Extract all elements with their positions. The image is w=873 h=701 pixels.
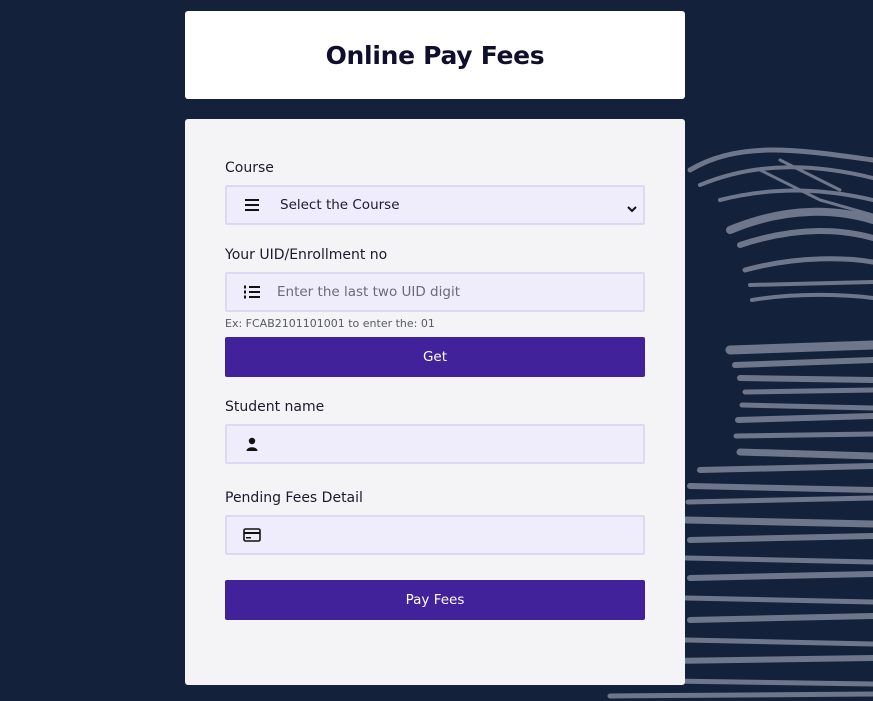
pending-fees-field [225, 515, 645, 555]
student-name-label: Student name [225, 399, 325, 415]
course-select[interactable]: Select the Course [225, 185, 645, 225]
pending-fees-input[interactable] [277, 527, 643, 543]
uid-label: Your UID/Enrollment no [225, 247, 388, 263]
title-card: Online Pay Fees [185, 11, 685, 99]
pay-fees-form: Course Select the Course Your UID/Enroll… [185, 119, 685, 685]
pending-fees-label: Pending Fees Detail [225, 490, 363, 506]
bars-icon [227, 199, 277, 211]
uid-input[interactable] [277, 284, 643, 300]
chevron-down-icon [627, 199, 637, 218]
course-label: Course [225, 160, 274, 176]
page-title: Online Pay Fees [325, 40, 545, 70]
user-icon [227, 437, 277, 451]
list-ol-icon [227, 285, 277, 299]
student-name-field [225, 424, 645, 464]
student-name-input[interactable] [277, 436, 643, 452]
uid-field [225, 272, 645, 312]
course-select-value: Select the Course [280, 197, 400, 213]
pay-fees-button[interactable]: Pay Fees [225, 580, 645, 620]
get-button[interactable]: Get [225, 337, 645, 377]
uid-hint: Ex: FCAB2101101001 to enter the: 01 [225, 317, 435, 330]
credit-card-icon [227, 528, 277, 542]
